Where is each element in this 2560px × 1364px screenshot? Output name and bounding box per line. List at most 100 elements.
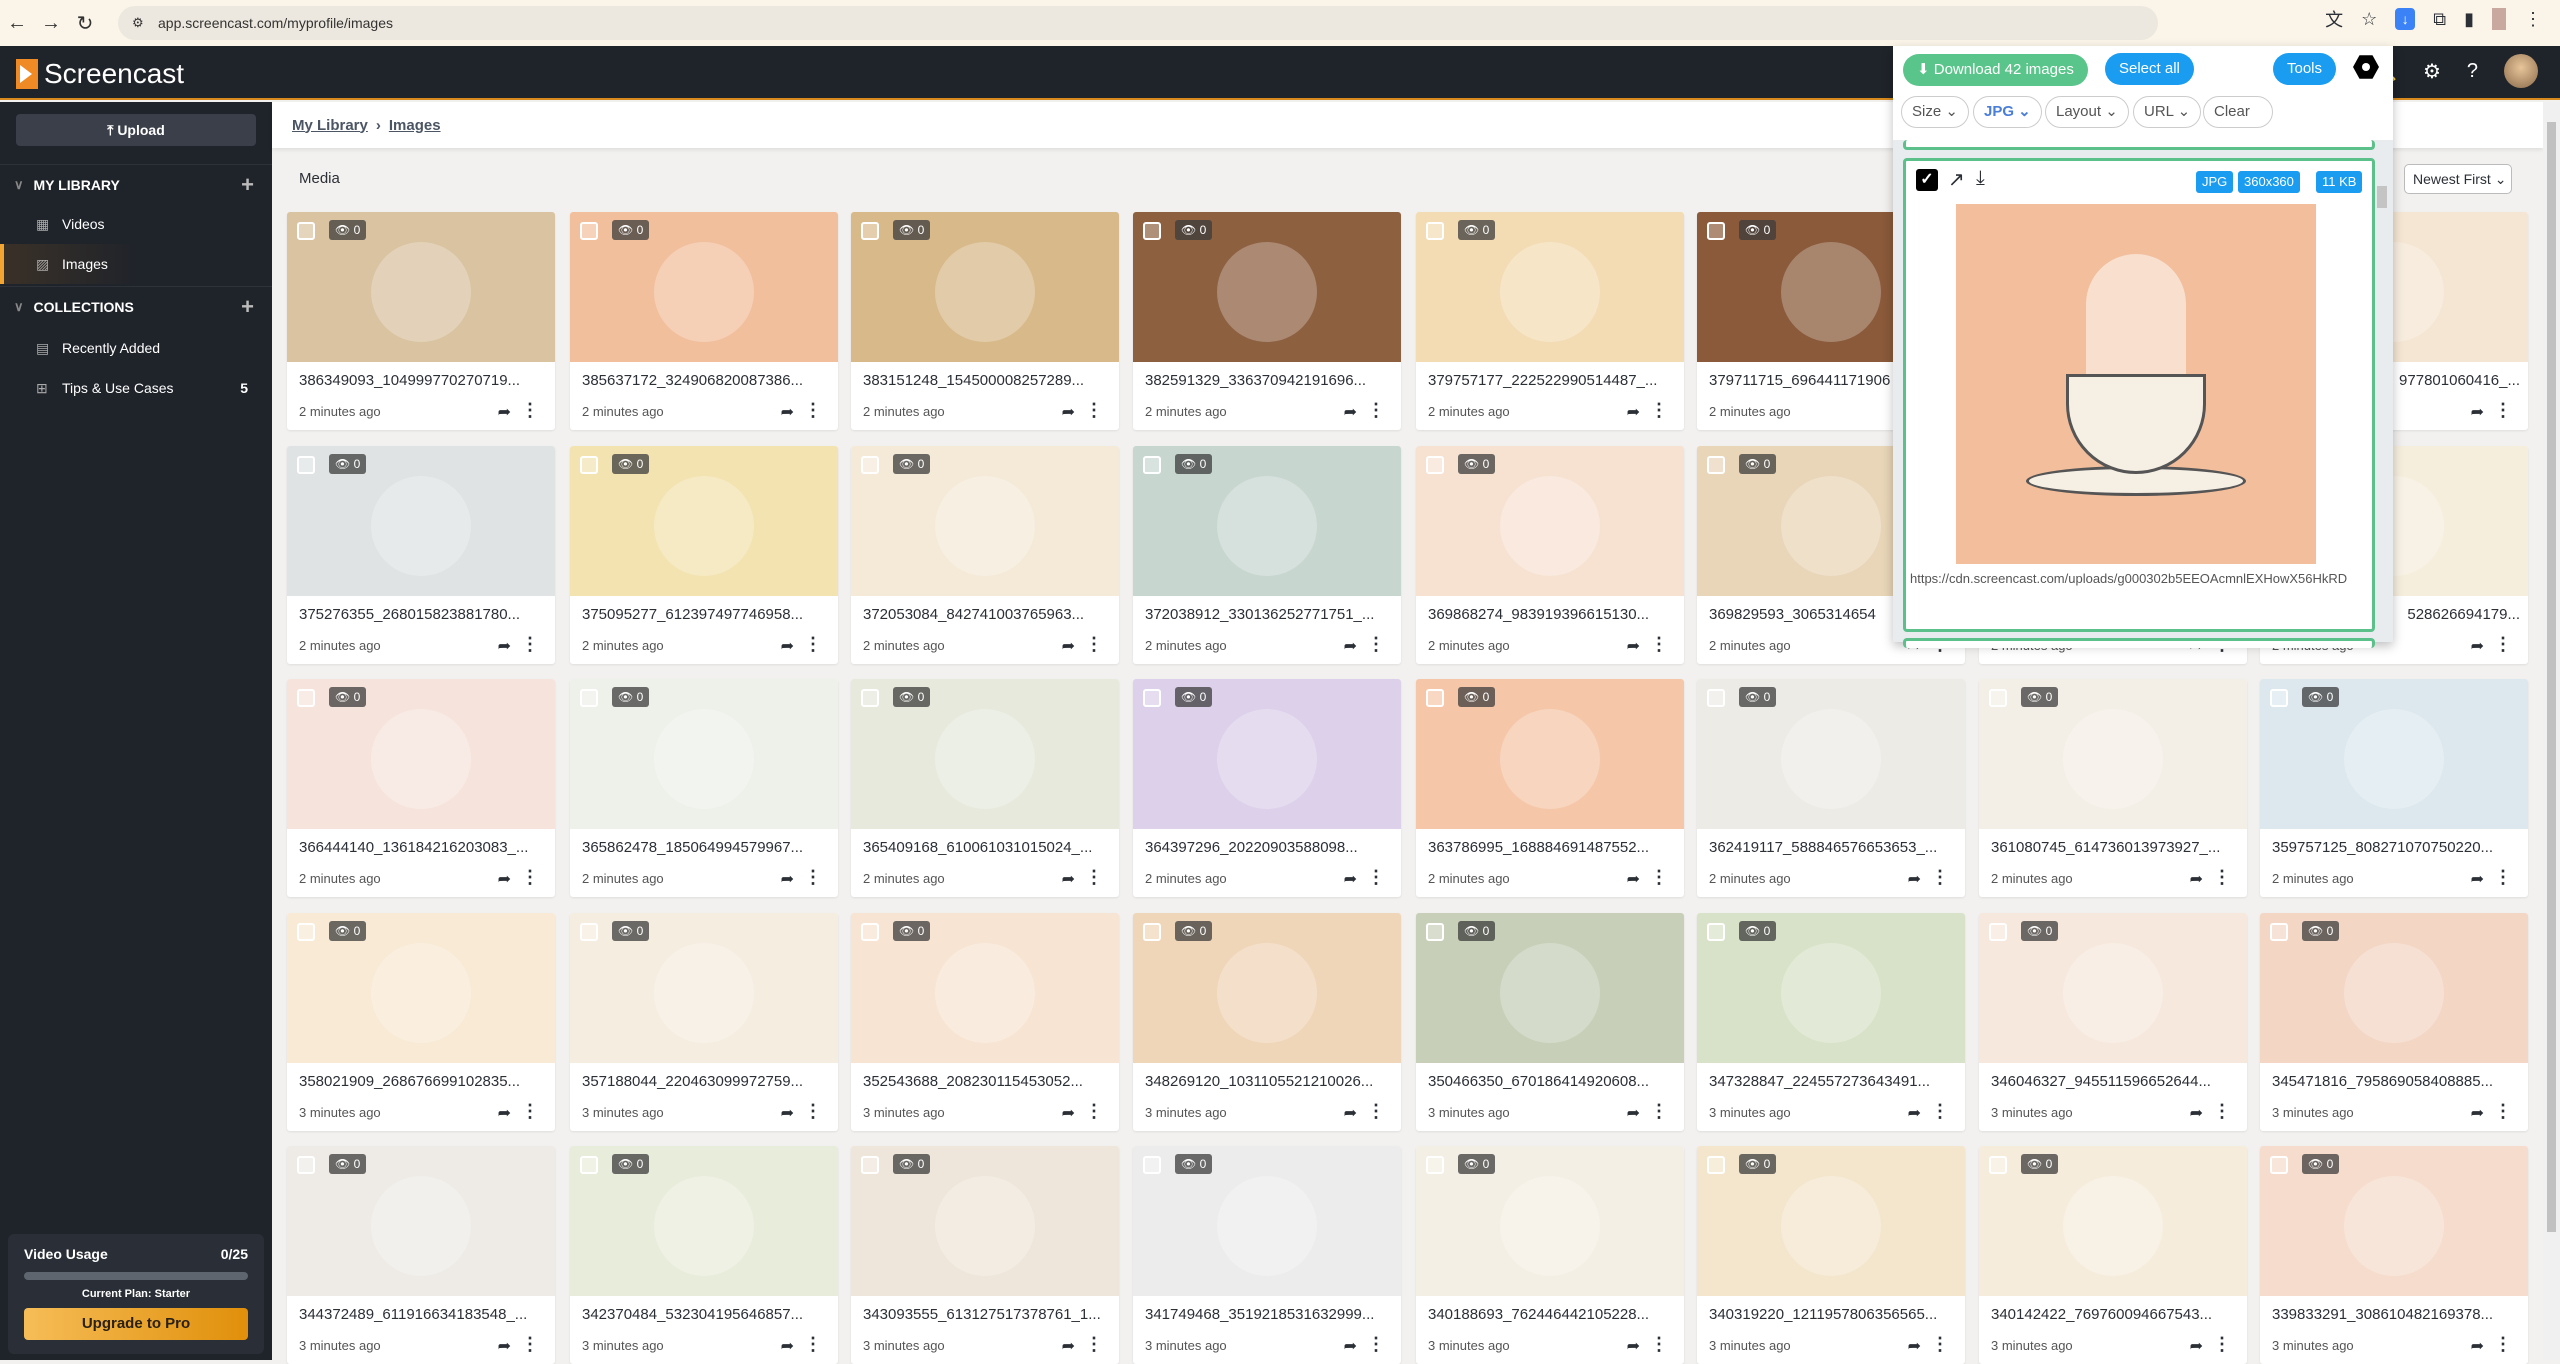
file-name[interactable]: 363786995_168884691487552... (1428, 839, 1676, 856)
more-options-icon[interactable]: ⋮ (2213, 1334, 2231, 1355)
layout-filter[interactable]: Layout ⌄ (2045, 96, 2129, 128)
menu-icon[interactable]: ⋮ (2524, 9, 2542, 30)
open-external-icon[interactable]: ↗ (1948, 167, 1965, 192)
download-image-icon[interactable]: ⤓ (1976, 167, 1985, 190)
breadcrumb-images[interactable]: Images (389, 117, 441, 134)
file-name[interactable]: 340319220_1211957806356565... (1709, 1306, 1957, 1323)
thumbnail[interactable] (2260, 1146, 2528, 1296)
select-checkbox[interactable] (297, 222, 315, 240)
select-checkbox[interactable] (580, 455, 598, 474)
select-checkbox[interactable] (297, 1156, 315, 1174)
share-icon[interactable]: ➦ (2190, 1103, 2203, 1123)
media-tile[interactable]: 👁 0 365862478_185064994579967... 2 minut… (570, 679, 838, 897)
forward-icon[interactable]: → (34, 12, 68, 35)
collections-section[interactable]: ∨ COLLECTIONS + (0, 286, 272, 326)
select-checkbox[interactable] (580, 689, 598, 707)
share-icon[interactable]: ➦ (1627, 402, 1640, 422)
thumbnail[interactable] (287, 445, 555, 596)
file-name[interactable]: 385637172_324906820087386... (582, 372, 830, 389)
thumbnail[interactable] (1416, 1146, 1684, 1296)
more-options-icon[interactable]: ⋮ (1085, 400, 1103, 421)
image-preview[interactable] (1956, 204, 2316, 564)
file-name[interactable]: 340142422_769760094667543... (1991, 1306, 2239, 1323)
share-icon[interactable]: ➦ (1062, 636, 1075, 656)
file-name[interactable]: 343093555_613127517378761_1... (863, 1306, 1111, 1323)
share-icon[interactable]: ➦ (498, 1103, 511, 1123)
thumbnail[interactable] (1133, 445, 1401, 596)
thumbnail[interactable] (1416, 912, 1684, 1063)
media-tile[interactable]: 👁 0 359757125_808271070750220... 2 minut… (2260, 679, 2528, 897)
image-downloader-extension-icon[interactable]: ↓ (2395, 8, 2416, 30)
file-name[interactable]: 382591329_336370942191696... (1145, 372, 1393, 389)
sort-select[interactable]: Newest First ⌄ (2404, 164, 2512, 194)
bookmark-star-icon[interactable]: ☆ (2361, 9, 2377, 30)
select-checkbox[interactable] (1707, 1156, 1725, 1174)
more-options-icon[interactable]: ⋮ (1085, 634, 1103, 655)
thumbnail[interactable] (1979, 679, 2247, 829)
file-name[interactable]: 362419117_588846576653653_... (1709, 839, 1957, 856)
thumbnail[interactable] (851, 1146, 1119, 1296)
file-name[interactable]: 364397296_20220903588098... (1145, 839, 1393, 856)
media-tile[interactable]: 👁 0 375095277_612397497746958... 2 minut… (570, 445, 838, 664)
thumbnail[interactable] (287, 912, 555, 1063)
file-name[interactable]: 365862478_185064994579967... (582, 839, 830, 856)
reload-icon[interactable]: ↻ (68, 11, 102, 36)
profile-icon[interactable] (2492, 8, 2506, 30)
share-icon[interactable]: ➦ (498, 869, 511, 889)
help-icon[interactable]: ? (2467, 60, 2478, 83)
thumbnail[interactable] (570, 912, 838, 1063)
thumbnail[interactable] (1979, 1146, 2247, 1296)
media-tile[interactable]: 👁 0 362419117_588846576653653_... 2 minu… (1697, 679, 1965, 897)
media-tile[interactable]: 👁 0 366444140_136184216203083_... 2 minu… (287, 679, 555, 897)
media-tile[interactable]: 👁 0 342370484_532304195646857... 3 minut… (570, 1146, 838, 1364)
share-icon[interactable]: ➦ (781, 402, 794, 422)
thumbnail[interactable] (570, 1146, 838, 1296)
more-options-icon[interactable]: ⋮ (1650, 867, 1668, 888)
download-all-button[interactable]: ⬇ Download 42 images (1903, 54, 2088, 86)
more-options-icon[interactable]: ⋮ (521, 634, 539, 655)
page-scrollbar[interactable] (2543, 102, 2560, 1360)
format-filter[interactable]: JPG ⌄ (1973, 96, 2042, 128)
media-tile[interactable]: 👁 0 372053084_842741003765963... 2 minut… (851, 445, 1119, 664)
file-name[interactable]: 352543688_208230115453052... (863, 1073, 1111, 1090)
share-icon[interactable]: ➦ (1344, 1336, 1357, 1356)
more-options-icon[interactable]: ⋮ (521, 867, 539, 888)
more-options-icon[interactable]: ⋮ (1650, 1334, 1668, 1355)
thumbnail[interactable] (2260, 679, 2528, 829)
settings-hex-icon[interactable] (2353, 55, 2379, 79)
media-tile[interactable]: 👁 0 345471816_795869058408885... 3 minut… (2260, 912, 2528, 1131)
media-tile[interactable]: 👁 0 386349093_104999770270719... 2 minut… (287, 212, 555, 430)
thumbnail[interactable] (1979, 912, 2247, 1063)
media-tile[interactable]: 👁 0 383151248_154500008257289... 2 minut… (851, 212, 1119, 430)
media-tile[interactable]: 👁 0 340319220_1211957806356565... 3 minu… (1697, 1146, 1965, 1364)
share-icon[interactable]: ➦ (1062, 1103, 1075, 1123)
select-checkbox[interactable]: ✓ (1916, 169, 1938, 191)
media-tile[interactable]: 👁 0 379757177_222522990514487_... 2 minu… (1416, 212, 1684, 430)
share-icon[interactable]: ➦ (1627, 869, 1640, 889)
size-filter[interactable]: Size ⌄ (1901, 96, 1969, 128)
scrollbar-thumb[interactable] (2547, 122, 2556, 1232)
more-options-icon[interactable]: ⋮ (1085, 1101, 1103, 1122)
thumbnail[interactable] (1697, 679, 1965, 829)
file-name[interactable]: 357188044_220463099972759... (582, 1073, 830, 1090)
select-checkbox[interactable] (1989, 1156, 2007, 1174)
media-tile[interactable]: 👁 0 357188044_220463099972759... 3 minut… (570, 912, 838, 1131)
media-tile[interactable]: 👁 0 375276355_268015823881780... 2 minut… (287, 445, 555, 664)
media-tile[interactable]: 👁 0 382591329_336370942191696... 2 minut… (1133, 212, 1401, 430)
select-checkbox[interactable] (2270, 922, 2288, 941)
more-options-icon[interactable]: ⋮ (2494, 1101, 2512, 1122)
thumbnail[interactable] (851, 679, 1119, 829)
sidebar-item-images[interactable]: ▨ Images (0, 244, 272, 284)
side-panel-icon[interactable]: ▮ (2464, 9, 2474, 30)
share-icon[interactable]: ➦ (2471, 869, 2484, 889)
share-icon[interactable]: ➦ (1344, 636, 1357, 656)
share-icon[interactable]: ➦ (781, 1103, 794, 1123)
file-name[interactable]: 365409168_610061031015024_... (863, 839, 1111, 856)
media-tile[interactable]: 👁 0 372038912_330136252771751_... 2 minu… (1133, 445, 1401, 664)
file-name[interactable]: 344372489_611916634183548_... (299, 1306, 547, 1323)
more-options-icon[interactable]: ⋮ (1931, 1334, 1949, 1355)
media-tile[interactable]: 👁 0 348269120_1031105521210026... 3 minu… (1133, 912, 1401, 1131)
media-tile[interactable]: 👁 0 346046327_945511596652644... 3 minut… (1979, 912, 2247, 1131)
sidebar-item-recently-added[interactable]: ▤ Recently Added (0, 328, 272, 368)
breadcrumb-my-library[interactable]: My Library (292, 117, 368, 134)
